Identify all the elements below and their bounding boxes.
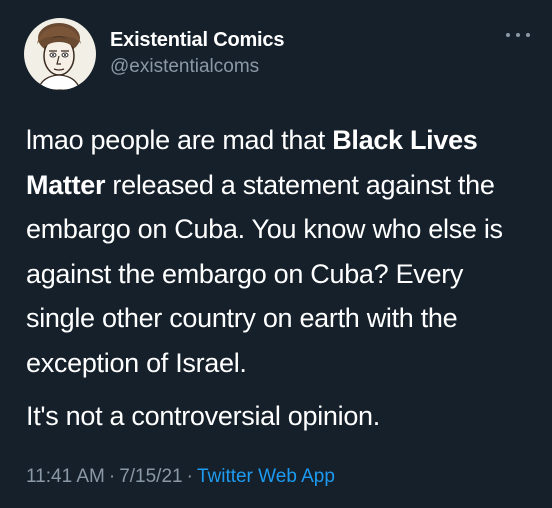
- more-horizontal-icon[interactable]: [506, 28, 530, 42]
- tweet-source-link[interactable]: Twitter Web App: [197, 466, 335, 487]
- tweet-paragraph: lmao people are mad that Black Lives Mat…: [26, 118, 532, 385]
- tweet-card: Existential Comics @existentialcoms lmao…: [0, 0, 552, 508]
- more-dot: [526, 33, 530, 37]
- tweet-meta: 11:41 AM · 7/15/21 · Twitter Web App: [26, 466, 335, 488]
- tweet-date[interactable]: 7/15/21: [119, 466, 182, 487]
- tweet-paragraph: It's not a controversial opinion.: [26, 401, 380, 431]
- tweet-text: lmao people are mad that Black Lives Mat…: [26, 118, 532, 439]
- author-handle[interactable]: @existentialcoms: [110, 56, 259, 78]
- more-dot: [506, 33, 510, 37]
- tweet-time[interactable]: 11:41 AM: [26, 466, 105, 487]
- tweet-text-part: released a statement against the embargo…: [26, 169, 503, 378]
- tweet-text-part: lmao people are mad that: [26, 125, 333, 155]
- meta-separator: ·: [108, 466, 116, 487]
- more-dot: [516, 33, 520, 37]
- avatar[interactable]: [24, 18, 96, 90]
- author-name[interactable]: Existential Comics: [110, 29, 284, 52]
- cartoon-portrait-icon: [37, 23, 81, 90]
- meta-separator: ·: [186, 466, 193, 487]
